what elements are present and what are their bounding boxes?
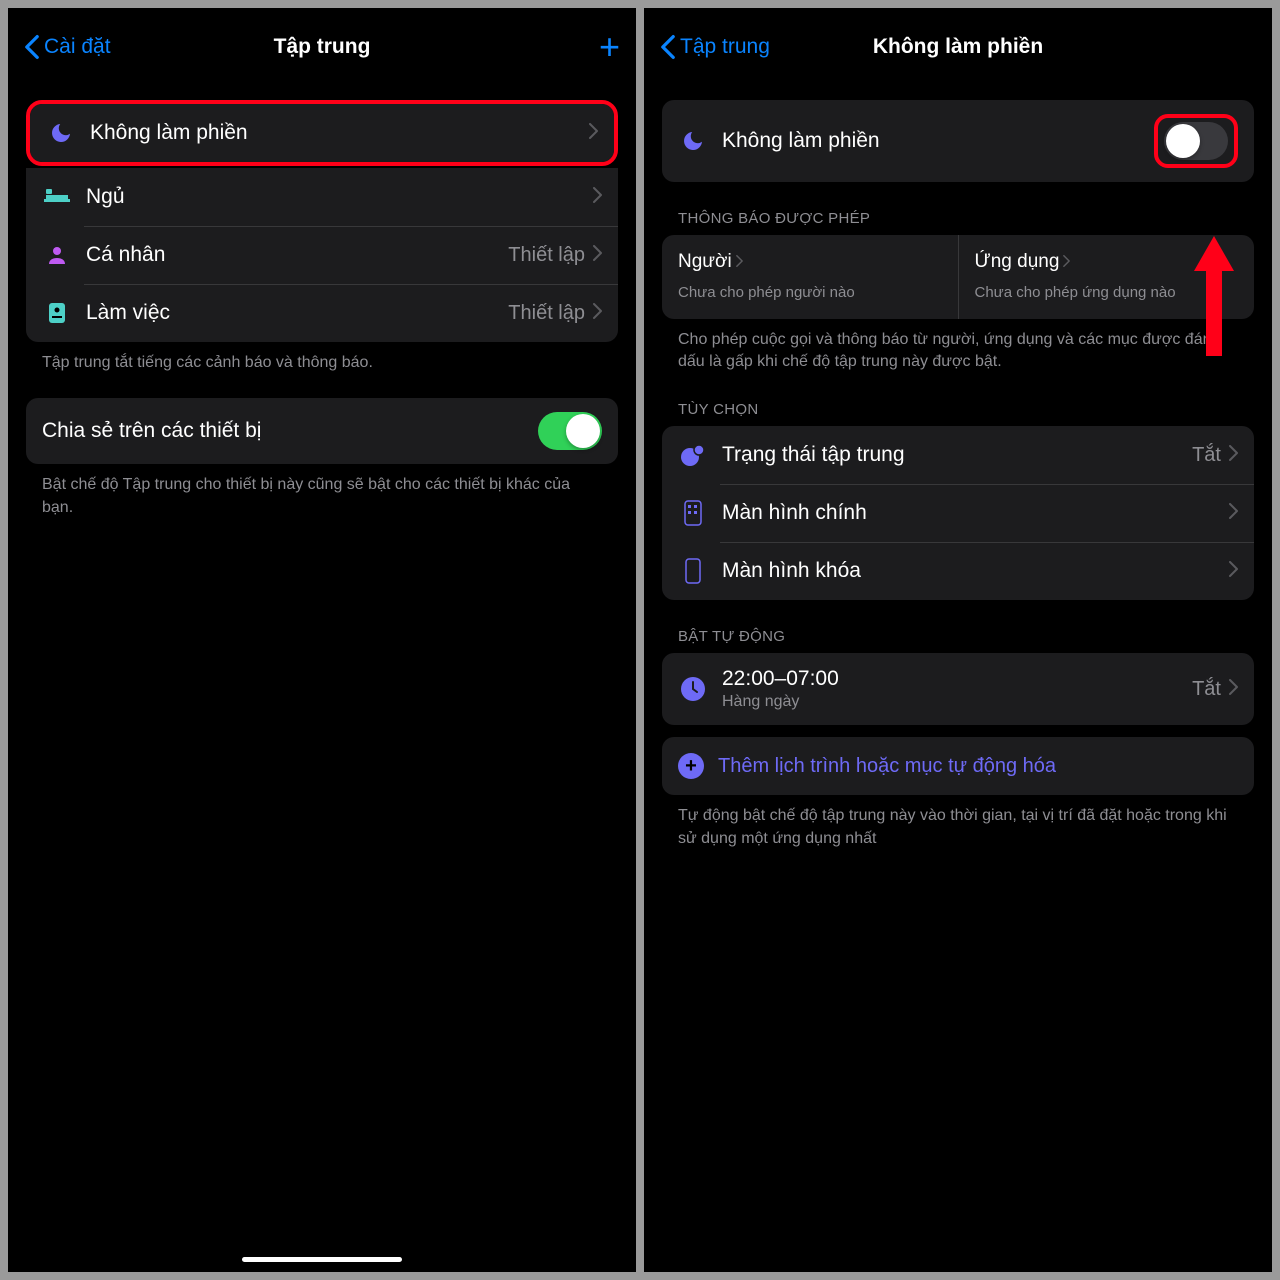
row-lock-screen[interactable]: Màn hình khóa — [662, 542, 1254, 600]
row-value: Thiết lập — [508, 244, 585, 267]
allowed-people[interactable]: Người Chưa cho phép người nào — [662, 235, 958, 319]
chevron-right-icon — [593, 245, 602, 266]
allowed-apps[interactable]: Ứng dụng Chưa cho phép ứng dụng nào — [958, 235, 1255, 319]
moon-icon — [46, 118, 76, 148]
row-share-devices[interactable]: Chia sẻ trên các thiết bị — [26, 398, 618, 464]
row-home-screen[interactable]: Màn hình chính — [662, 484, 1254, 542]
lock-screen-icon — [678, 556, 708, 586]
row-label: Chia sẻ trên các thiết bị — [42, 419, 538, 443]
dnd-toggle[interactable] — [1164, 122, 1228, 160]
allowed-grid: Người Chưa cho phép người nào Ứng dụng C… — [662, 235, 1254, 319]
row-personal[interactable]: Cá nhân Thiết lập — [26, 226, 618, 284]
clock-icon — [678, 674, 708, 704]
section-header-allowed: THÔNG BÁO ĐƯỢC PHÉP — [662, 182, 1254, 235]
row-schedule[interactable]: 22:00–07:00 Hàng ngày Tắt — [662, 653, 1254, 725]
row-value: Thiết lập — [508, 302, 585, 325]
col-title: Ứng dụng — [975, 251, 1060, 273]
section-header-options: TÙY CHỌN — [662, 373, 1254, 426]
chevron-right-icon — [1229, 503, 1238, 524]
chevron-right-icon — [589, 123, 598, 144]
row-add-schedule[interactable]: + Thêm lịch trình hoặc mục tự động hóa — [662, 737, 1254, 795]
share-toggle[interactable] — [538, 412, 602, 450]
section-header-auto: BẬT TỰ ĐỘNG — [662, 600, 1254, 653]
chevron-right-icon — [593, 187, 602, 208]
person-icon — [42, 240, 72, 270]
row-label: Màn hình chính — [722, 501, 1229, 525]
back-label: Tập trung — [680, 35, 770, 59]
back-button[interactable]: Tập trung — [660, 34, 770, 60]
row-label: Trạng thái tập trung — [722, 443, 1192, 467]
screen-focus-list: Cài đặt Tập trung + Không làm phiền — [8, 8, 636, 1272]
row-label: Ngủ — [86, 185, 593, 209]
home-indicator[interactable] — [242, 1257, 402, 1262]
col-sub: Chưa cho phép ứng dụng nào — [975, 283, 1239, 303]
page-title: Tập trung — [274, 35, 371, 59]
chevron-right-icon — [1229, 679, 1238, 700]
page-title: Không làm phiền — [873, 35, 1043, 59]
row-work[interactable]: Làm việc Thiết lập — [26, 284, 618, 342]
add-button[interactable]: + — [599, 26, 620, 68]
chevron-right-icon — [1229, 561, 1238, 582]
footer-text: Bật chế độ Tập trung cho thiết bị này cũ… — [26, 464, 618, 519]
content: Không làm phiền THÔNG BÁO ĐƯỢC PHÉP Ngườ… — [644, 86, 1272, 1272]
row-value: Tắt — [1192, 444, 1221, 467]
nav-bar: Tập trung Không làm phiền — [644, 8, 1272, 86]
row-sleep[interactable]: Ngủ — [26, 168, 618, 226]
col-sub: Chưa cho phép người nào — [678, 283, 942, 303]
moon-icon — [678, 126, 708, 156]
schedule-time: 22:00–07:00 — [722, 667, 1192, 691]
status-icon — [678, 440, 708, 470]
row-label: Màn hình khóa — [722, 559, 1229, 583]
bed-icon — [42, 182, 72, 212]
row-dnd-main[interactable]: Không làm phiền — [662, 100, 1254, 182]
badge-icon — [42, 298, 72, 328]
row-focus-status[interactable]: Trạng thái tập trung Tắt — [662, 426, 1254, 484]
row-value: Tắt — [1192, 678, 1221, 701]
back-label: Cài đặt — [44, 35, 111, 59]
home-screen-icon — [678, 498, 708, 528]
back-button[interactable]: Cài đặt — [24, 34, 111, 60]
footer-text: Tự động bật chế độ tập trung này vào thờ… — [662, 795, 1254, 850]
schedule-sub: Hàng ngày — [722, 693, 1192, 711]
row-label: Làm việc — [86, 301, 508, 325]
row-do-not-disturb[interactable]: Không làm phiền — [30, 104, 614, 162]
row-label: Không làm phiền — [722, 129, 1154, 153]
nav-bar: Cài đặt Tập trung + — [8, 8, 636, 86]
row-label: Không làm phiền — [90, 121, 589, 145]
screen-dnd-settings: Tập trung Không làm phiền Không làm phiề… — [644, 8, 1272, 1272]
row-label: Cá nhân — [86, 243, 508, 267]
col-title: Người — [678, 251, 732, 273]
chevron-right-icon — [736, 251, 743, 273]
footer-text: Tập trung tắt tiếng các cảnh báo và thôn… — [26, 342, 618, 374]
plus-circle-icon: + — [678, 753, 704, 779]
chevron-right-icon — [593, 303, 602, 324]
chevron-right-icon — [1063, 251, 1070, 273]
content: Không làm phiền Ngủ Cá nhân Thiết lập — [8, 86, 636, 1272]
add-label: Thêm lịch trình hoặc mục tự động hóa — [718, 755, 1056, 778]
chevron-right-icon — [1229, 445, 1238, 466]
footer-text: Cho phép cuộc gọi và thông báo từ người,… — [662, 319, 1254, 374]
